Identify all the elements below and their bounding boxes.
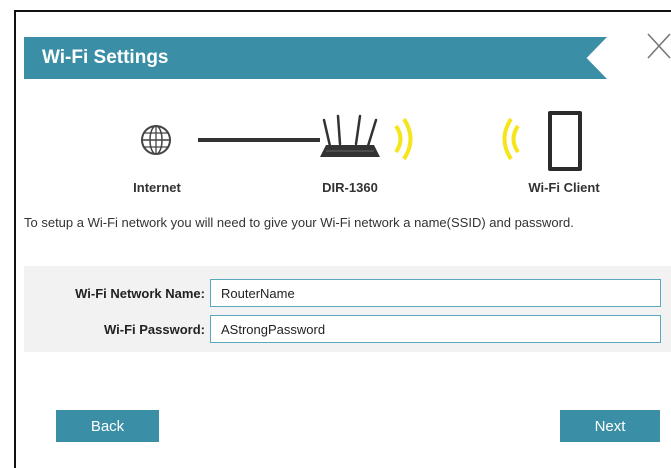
wifi-signal-icon [394, 117, 413, 161]
wifi-signal-icon [502, 117, 520, 161]
back-button[interactable]: Back [56, 410, 159, 442]
tablet-icon [548, 111, 582, 171]
password-input[interactable] [210, 315, 661, 343]
setup-description: To setup a Wi-Fi network you will need t… [24, 215, 574, 230]
internet-label: Internet [133, 180, 181, 195]
network-name-label: Wi-Fi Network Name: [75, 286, 205, 301]
globe-icon [141, 125, 171, 155]
connection-diagram [141, 111, 582, 171]
network-name-input[interactable] [210, 279, 661, 307]
client-label: Wi-Fi Client [528, 180, 600, 195]
router-icon [320, 114, 380, 157]
router-label: DIR-1360 [322, 180, 378, 195]
next-button[interactable]: Next [560, 410, 660, 442]
password-label: Wi-Fi Password: [103, 322, 205, 337]
